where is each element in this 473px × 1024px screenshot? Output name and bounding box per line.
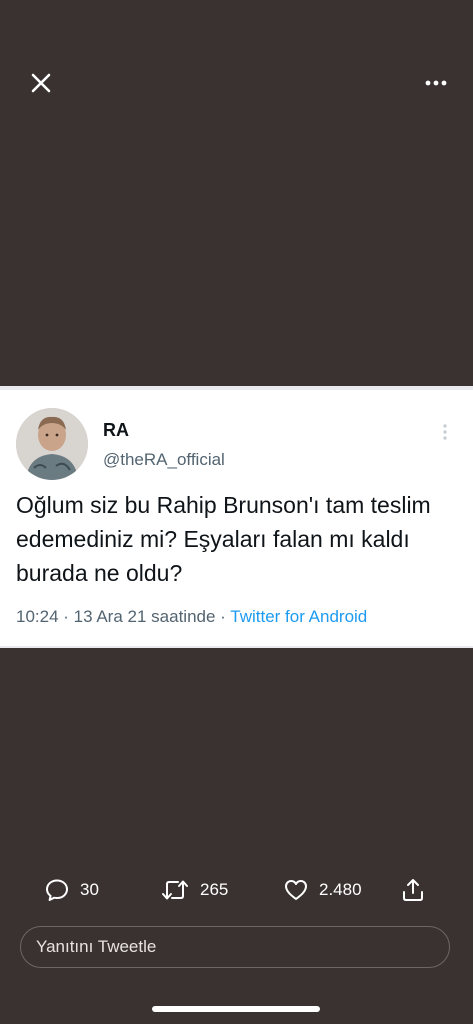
reply-icon — [46, 879, 68, 901]
share-icon — [403, 879, 423, 901]
more-horizontal-icon — [425, 80, 447, 86]
card-top-divider — [0, 386, 473, 390]
avatar — [16, 408, 88, 480]
retweet-button[interactable]: 265 — [160, 872, 228, 908]
tweet-source: Twitter for Android — [230, 607, 368, 626]
reply-input[interactable]: Yanıtını Tweetle — [20, 926, 450, 968]
close-button[interactable] — [26, 68, 56, 98]
heart-icon — [285, 880, 307, 900]
media-top-bar — [0, 60, 473, 106]
reply-button[interactable]: 30 — [44, 872, 99, 908]
like-button[interactable]: 2.480 — [283, 872, 362, 908]
home-indicator[interactable] — [152, 1006, 320, 1012]
retweet-icon — [162, 880, 188, 900]
tweet-card-image[interactable]: RA @theRA_official Oğlum siz bu Rahip Br… — [0, 386, 473, 648]
card-more-icon — [435, 422, 455, 442]
reply-placeholder: Yanıtını Tweetle — [36, 937, 157, 956]
tweet-text: Oğlum siz bu Rahip Brunson'ı tam teslim … — [16, 492, 431, 586]
tweet-timestamp: 10:24 · 13 Ara 21 saatinde — [16, 607, 216, 626]
card-bottom-divider — [0, 646, 473, 648]
share-button[interactable] — [400, 872, 426, 908]
author-handle: @theRA_official — [103, 450, 225, 469]
like-count: 2.480 — [319, 880, 362, 899]
action-bar: 30 265 2.480 — [0, 872, 473, 908]
meta-separator: · — [215, 607, 231, 626]
close-icon — [31, 73, 51, 93]
author-name: RA — [103, 420, 129, 440]
retweet-count: 265 — [200, 880, 229, 899]
more-options-button[interactable] — [421, 68, 451, 98]
tweet-meta: 10:24 · 13 Ara 21 saatinde · Twitter for… — [16, 607, 367, 627]
reply-count: 30 — [80, 880, 99, 899]
